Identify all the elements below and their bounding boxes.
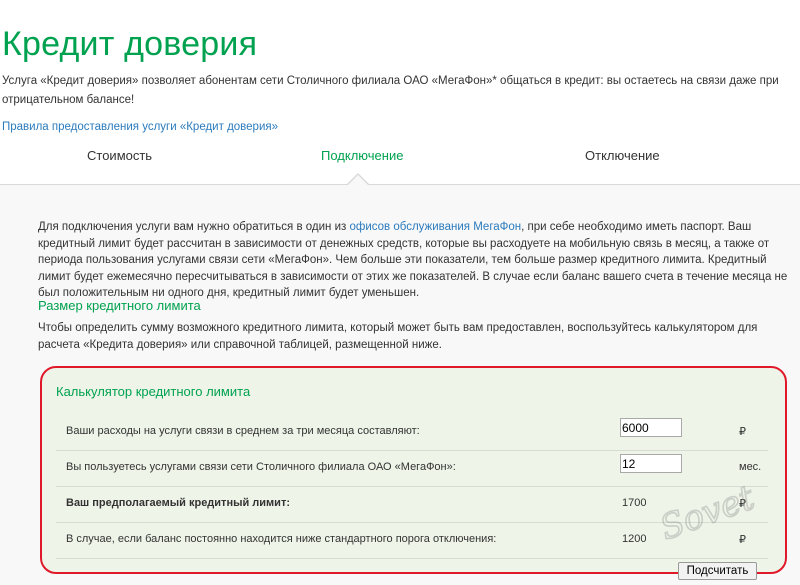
calculate-button[interactable]: Подсчитать [678, 562, 757, 580]
connection-description: Для подключения услуги вам нужно обратит… [38, 221, 788, 299]
period-input[interactable] [620, 454, 682, 473]
service-intro: Услуга «Кредит доверия» позволяет абонен… [2, 75, 779, 106]
ruble-sign: ₽ [739, 426, 746, 438]
credit-limit-description: Чтобы определить сумму возможного кредит… [38, 322, 758, 351]
below-threshold-value: 1200 [622, 533, 647, 545]
expenses-input[interactable] [620, 418, 682, 437]
page-title: Кредит доверия [2, 24, 258, 63]
tab-cost[interactable]: Стоимость [87, 148, 152, 163]
tab-connection[interactable]: Подключение [321, 148, 403, 163]
expenses-label: Ваши расходы на услуги связи в среднем з… [66, 425, 420, 437]
offices-link[interactable]: офисов обслуживания МегаФон [349, 221, 521, 233]
tab-bar: Стоимость Подключение Отключение [0, 146, 800, 186]
credit-limit-heading: Размер кредитного лимита [38, 298, 201, 313]
calc-row-expenses: Ваши расходы на услуги связи в среднем з… [56, 414, 768, 451]
calculator-title: Калькулятор кредитного лимита [56, 384, 251, 399]
tab-disconnection[interactable]: Отключение [585, 148, 660, 163]
below-threshold-label: В случае, если баланс постоянно находитс… [66, 533, 497, 545]
rules-link[interactable]: Правила предоставления услуги «Кредит до… [2, 121, 278, 133]
limit-label: Ваш предполагаемый кредитный лимит: [66, 497, 290, 509]
calc-row-period: Вы пользуетесь услугами связи сети Столи… [56, 450, 768, 487]
period-label: Вы пользуетесь услугами связи сети Столи… [66, 461, 456, 473]
